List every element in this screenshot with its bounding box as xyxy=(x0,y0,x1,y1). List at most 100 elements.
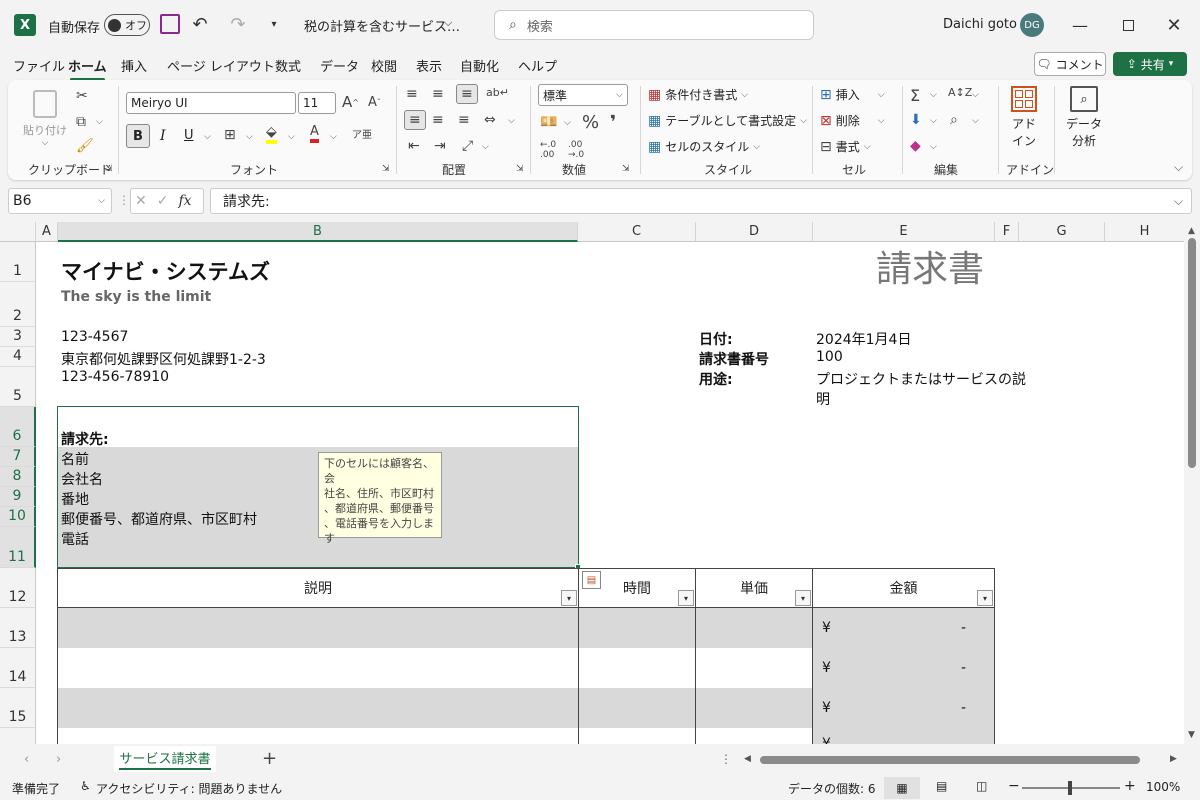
format-painter-icon[interactable]: 🖌 xyxy=(76,138,94,154)
filter-dropdown-icon[interactable]: ▾ xyxy=(795,590,811,606)
font-launcher-icon[interactable]: ⇲ xyxy=(382,164,390,174)
row-header-16[interactable] xyxy=(0,728,36,744)
scroll-up-icon[interactable]: ▲ xyxy=(1188,226,1195,236)
tab-formulas[interactable]: 数式 xyxy=(275,56,301,75)
customize-qat-icon[interactable]: ▾ xyxy=(266,14,282,34)
tab-insert[interactable]: 挿入 xyxy=(121,56,147,75)
expand-formula-icon[interactable]: ⌵ xyxy=(1174,194,1183,209)
border-icon[interactable]: ⊞ xyxy=(224,127,236,143)
document-title[interactable]: 税の計算を含むサービス… xyxy=(304,16,460,35)
column-header-e[interactable]: E xyxy=(813,222,995,242)
formula-input[interactable]: 請求先: ⌵ xyxy=(210,188,1192,214)
avatar[interactable]: DG xyxy=(1020,13,1044,37)
orientation-dropdown-icon[interactable]: ⌵ xyxy=(482,142,489,152)
cell-styles-button[interactable]: ▦ セルのスタイル ⌵ xyxy=(648,138,760,155)
sender-zip[interactable]: 123-4567 xyxy=(61,329,128,345)
column-header-h[interactable]: H xyxy=(1105,222,1185,242)
row-header-14[interactable]: 14 xyxy=(0,648,36,688)
orientation-icon[interactable]: ⤢ xyxy=(462,138,473,154)
autosave-toggle[interactable]: オフ xyxy=(104,14,150,36)
amount-currency[interactable]: ¥ xyxy=(822,660,831,676)
zoom-slider[interactable] xyxy=(1022,781,1120,795)
format-cells-button[interactable]: ⊟ 書式 ⌵ xyxy=(820,138,871,155)
row-header-13[interactable]: 13 xyxy=(0,608,36,648)
table-row[interactable] xyxy=(58,688,995,728)
tab-data[interactable]: データ xyxy=(320,56,359,75)
tab-help[interactable]: ヘルプ xyxy=(518,56,557,75)
vertical-scrollbar[interactable]: ▲ ▼ xyxy=(1184,222,1200,744)
billto-label[interactable]: 請求先: xyxy=(61,429,109,449)
column-header-a[interactable]: A xyxy=(36,222,58,242)
fill-dropdown-icon[interactable]: ⌵ xyxy=(930,116,937,126)
row-header-1[interactable]: 1 xyxy=(0,242,36,282)
clear-dropdown-icon[interactable]: ⌵ xyxy=(930,142,937,152)
clear-icon[interactable]: ◆ xyxy=(910,138,921,154)
sender-address[interactable]: 東京都何処課野区何処課野1-2-3 xyxy=(61,349,266,369)
horizontal-scrollbar[interactable]: ◀ ▶ xyxy=(744,752,1184,768)
align-right-icon[interactable]: ≡ xyxy=(458,112,470,128)
horizontal-scroll-thumb[interactable] xyxy=(760,756,1140,764)
paste-button[interactable]: 貼り付け ⌵ xyxy=(22,86,68,152)
increase-decimal-icon[interactable]: ←.0.00 xyxy=(540,140,556,160)
align-left-icon[interactable]: ≡ xyxy=(404,110,426,130)
zoom-out-icon[interactable]: − xyxy=(1008,778,1020,794)
insert-function-icon[interactable]: fx xyxy=(178,193,191,209)
purpose-value-line2[interactable]: 明 xyxy=(816,389,830,409)
next-sheet-icon[interactable]: › xyxy=(56,752,61,767)
column-header-g[interactable]: G xyxy=(1019,222,1105,242)
row-header-10[interactable]: 10 xyxy=(0,507,36,527)
scroll-down-icon[interactable]: ▼ xyxy=(1188,730,1195,740)
user-name[interactable]: Daichi goto xyxy=(943,17,1017,32)
billto-company[interactable]: 会社名 xyxy=(61,469,103,489)
invoice-title[interactable]: 請求書 xyxy=(876,240,984,292)
font-size-select[interactable]: 11 xyxy=(298,92,336,114)
border-dropdown-icon[interactable]: ⌵ xyxy=(246,132,253,142)
autosum-dropdown-icon[interactable]: ⌵ xyxy=(930,90,937,100)
enter-icon[interactable]: ✓ xyxy=(157,193,169,209)
align-middle-icon[interactable]: ≡ xyxy=(432,86,444,102)
normal-view-button[interactable]: ▦ xyxy=(884,777,920,799)
prev-sheet-icon[interactable]: ‹ xyxy=(24,752,29,767)
font-color-dropdown-icon[interactable]: ⌵ xyxy=(330,132,337,142)
column-header-b[interactable]: B xyxy=(58,222,578,242)
addins-button[interactable]: アド イン xyxy=(1004,86,1044,154)
find-icon[interactable]: ⌕ xyxy=(950,112,958,128)
data-analysis-button[interactable]: ⌕ データ 分析 xyxy=(1062,86,1106,154)
ribbon-collapse-icon[interactable]: ⌵ xyxy=(1174,160,1183,175)
billto-phone[interactable]: 電話 xyxy=(61,529,89,549)
date-value[interactable]: 2024年1月4日 xyxy=(816,329,911,349)
vertical-scroll-thumb[interactable] xyxy=(1188,238,1196,468)
invoice-number-value[interactable]: 100 xyxy=(816,349,843,365)
sort-dropdown-icon[interactable]: ⌵ xyxy=(972,90,979,100)
close-icon[interactable]: ✕ xyxy=(1160,12,1188,38)
increase-font-icon[interactable]: A ^ xyxy=(342,93,359,111)
save-icon[interactable] xyxy=(160,14,180,34)
comments-button[interactable]: 🗨 コメント xyxy=(1034,52,1106,76)
table-header-rate[interactable]: 単価 ▾ xyxy=(695,568,813,608)
conditional-formatting-button[interactable]: ▦ 条件付き書式 ⌵ xyxy=(648,86,748,103)
accessibility-status[interactable]: アクセシビリティ: 問題ありません xyxy=(96,780,282,797)
name-box[interactable]: B6 ⌵ xyxy=(8,188,112,214)
redo-icon[interactable]: ↷ xyxy=(226,12,250,36)
increase-indent-icon[interactable]: ⇥ xyxy=(434,138,446,154)
amount-currency[interactable]: ¥ xyxy=(822,700,831,716)
billto-street[interactable]: 番地 xyxy=(61,489,89,509)
scroll-left-icon[interactable]: ◀ xyxy=(744,754,751,764)
delete-cells-button[interactable]: ⊠ 削除 ⌵ xyxy=(820,112,885,129)
tab-split-grip-icon[interactable]: ⋮ xyxy=(720,752,732,766)
tab-automate[interactable]: 自動化 xyxy=(460,56,499,75)
accounting-dropdown-icon[interactable]: ⌵ xyxy=(564,118,571,128)
tab-home[interactable]: ホーム xyxy=(68,56,107,81)
zoom-in-icon[interactable]: + xyxy=(1124,778,1136,794)
fill-dropdown-icon[interactable]: ⌵ xyxy=(288,132,295,142)
row-header-12[interactable]: 12 xyxy=(0,568,36,608)
column-header-d[interactable]: D xyxy=(696,222,813,242)
amount-value[interactable]: - xyxy=(961,660,966,676)
merge-dropdown-icon[interactable]: ⌵ xyxy=(508,116,515,126)
comma-style-icon[interactable]: ❜ xyxy=(610,112,616,133)
amount-value[interactable]: - xyxy=(961,620,966,636)
underline-button[interactable]: U xyxy=(184,128,194,143)
format-as-table-button[interactable]: ▦ テーブルとして書式設定 ⌵ xyxy=(648,112,807,129)
sort-filter-icon[interactable]: A↕Z xyxy=(948,86,972,99)
billto-city[interactable]: 郵便番号、都道府県、市区町村 xyxy=(61,509,257,529)
